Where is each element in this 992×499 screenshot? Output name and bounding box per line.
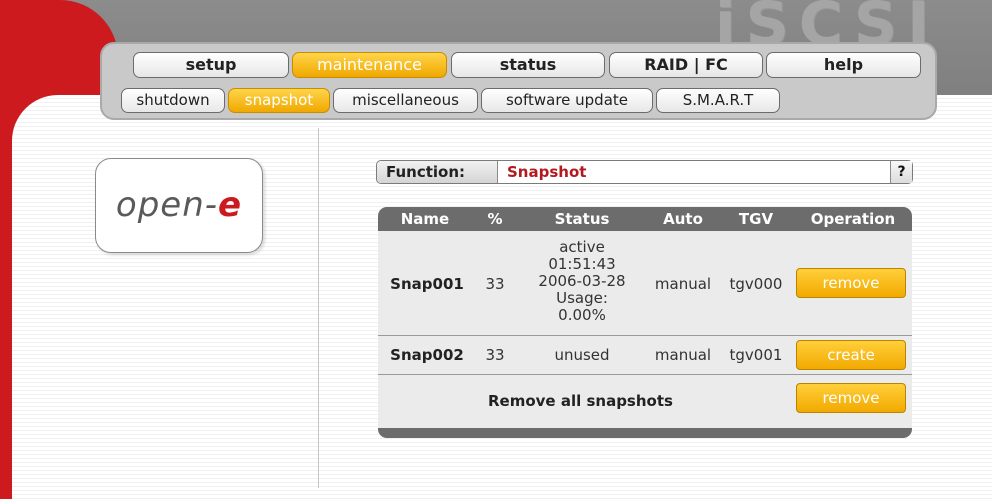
table-row: Snap001 33 active 01:51:43 2006-03-28 Us… [378, 231, 912, 335]
column-header-auto: Auto [663, 210, 703, 228]
open-e-logo-card: open-e [95, 158, 263, 253]
help-button[interactable]: ? [890, 161, 912, 183]
tab-maintenance[interactable]: maintenance [292, 52, 447, 78]
snapshot-tgv: tgv000 [729, 275, 783, 293]
snapshot-percent: 33 [485, 346, 505, 364]
subtab-shutdown[interactable]: shutdown [121, 88, 225, 113]
subtab-software-update[interactable]: software update [481, 88, 653, 113]
column-header-status: Status [554, 210, 610, 228]
column-header-name: Name [400, 210, 450, 228]
remove-snapshot-button[interactable]: remove [796, 268, 906, 298]
column-divider [318, 128, 319, 488]
function-bar: Function: Snapshot ? [376, 160, 913, 184]
snapshot-name: Snap001 [390, 275, 464, 293]
subtab-miscellaneous[interactable]: miscellaneous [333, 88, 478, 113]
tab-help[interactable]: help [766, 52, 921, 78]
remove-all-label: Remove all snapshots [488, 392, 673, 410]
snapshot-auto: manual [654, 275, 712, 293]
snapshot-status: active 01:51:43 2006-03-28 Usage: 0.00% [520, 239, 644, 324]
table-footer-row: Remove all snapshots remove [378, 375, 912, 428]
subtab-snapshot[interactable]: snapshot [228, 88, 330, 113]
logo-main-text: open- [115, 185, 219, 225]
snapshot-name: Snap002 [390, 346, 464, 364]
status-usage-label: Usage: [556, 289, 608, 307]
status-state: active [559, 238, 605, 256]
subtab-smart[interactable]: S.M.A.R.T [656, 88, 780, 113]
table-header: Name % Status Auto TGV Operation [378, 207, 912, 231]
status-time: 01:51:43 [548, 255, 616, 273]
tab-raid-fc[interactable]: RAID | FC [609, 52, 763, 78]
logo-accent-text: e [218, 185, 243, 225]
table-row: Snap002 33 unused manual tgv001 create [378, 336, 912, 374]
snapshot-percent: 33 [485, 275, 505, 293]
status-usage-value: 0.00% [558, 306, 606, 324]
column-header-tgv: TGV [738, 210, 774, 228]
create-snapshot-button[interactable]: create [796, 340, 906, 370]
snapshot-auto: manual [654, 346, 712, 364]
tab-setup[interactable]: setup [133, 52, 289, 78]
tab-status[interactable]: status [451, 52, 605, 78]
snapshot-tgv: tgv001 [729, 346, 783, 364]
status-date: 2006-03-28 [538, 272, 626, 290]
snapshot-status: unused [554, 346, 610, 364]
function-value: Snapshot [507, 163, 587, 181]
snapshot-table: Name % Status Auto TGV Operation Snap001… [378, 207, 912, 438]
function-label: Function: [377, 161, 498, 183]
open-e-logo: open-e [96, 185, 262, 225]
table-footer-bar [378, 428, 912, 438]
column-header-operation: Operation [810, 210, 896, 228]
remove-all-button[interactable]: remove [796, 383, 906, 413]
column-header-percent: % [487, 210, 503, 228]
